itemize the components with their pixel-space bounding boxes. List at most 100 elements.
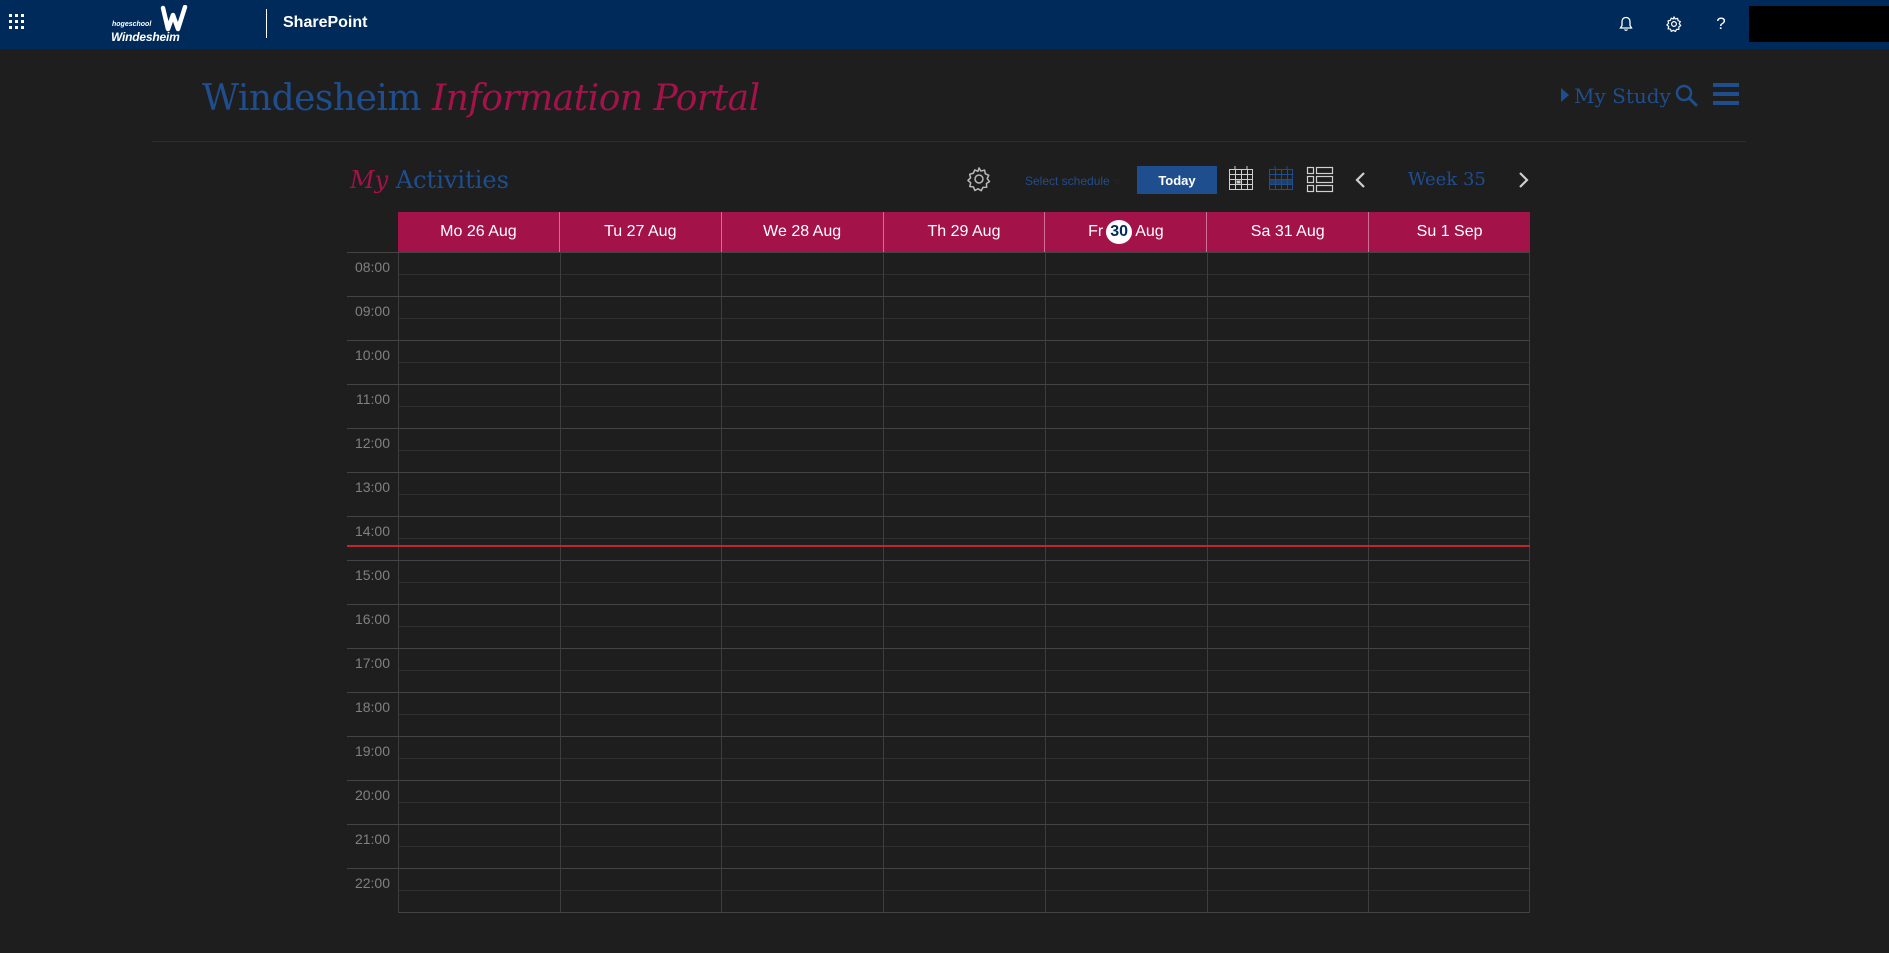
time-slot[interactable] <box>1207 252 1369 296</box>
time-slot[interactable] <box>1368 252 1530 296</box>
time-slot[interactable] <box>1045 736 1207 780</box>
time-slot[interactable] <box>398 560 560 604</box>
time-slot[interactable] <box>1045 384 1207 428</box>
time-slot[interactable] <box>560 516 722 560</box>
time-slot[interactable] <box>883 604 1045 648</box>
time-slot[interactable] <box>721 340 883 384</box>
time-slot[interactable] <box>1207 692 1369 736</box>
time-slot[interactable] <box>1368 868 1530 912</box>
time-slot[interactable] <box>560 780 722 824</box>
time-slot[interactable] <box>1368 648 1530 692</box>
user-account-button[interactable] <box>1749 6 1889 42</box>
my-study-link[interactable]: My Study <box>1561 84 1671 108</box>
app-launcher-waffle-icon[interactable] <box>9 14 27 32</box>
time-slot[interactable] <box>398 780 560 824</box>
time-slot[interactable] <box>721 824 883 868</box>
time-slot[interactable] <box>883 868 1045 912</box>
time-slot[interactable] <box>398 296 560 340</box>
time-slot[interactable] <box>721 296 883 340</box>
time-slot[interactable] <box>1045 824 1207 868</box>
time-slot[interactable] <box>721 692 883 736</box>
time-slot[interactable] <box>1045 296 1207 340</box>
time-slot[interactable] <box>398 604 560 648</box>
time-slot[interactable] <box>721 648 883 692</box>
time-slot[interactable] <box>560 384 722 428</box>
time-slot[interactable] <box>883 560 1045 604</box>
time-slot[interactable] <box>721 516 883 560</box>
time-slot[interactable] <box>1368 516 1530 560</box>
time-slot[interactable] <box>1207 340 1369 384</box>
time-slot[interactable] <box>1045 560 1207 604</box>
time-slot[interactable] <box>883 384 1045 428</box>
day-header[interactable]: Tu 27 Aug <box>558 212 721 252</box>
time-slot[interactable] <box>1045 648 1207 692</box>
time-slot[interactable] <box>721 560 883 604</box>
time-slot[interactable] <box>398 472 560 516</box>
time-slot[interactable] <box>398 252 560 296</box>
day-header[interactable]: Su 1 Sep <box>1368 212 1530 252</box>
time-slot[interactable] <box>1045 472 1207 516</box>
time-slot[interactable] <box>721 780 883 824</box>
time-slot[interactable] <box>1368 736 1530 780</box>
time-slot[interactable] <box>398 868 560 912</box>
time-slot[interactable] <box>1207 824 1369 868</box>
time-slot[interactable] <box>398 736 560 780</box>
time-slot[interactable] <box>560 692 722 736</box>
time-slot[interactable] <box>560 604 722 648</box>
time-slot[interactable] <box>1207 296 1369 340</box>
time-slot[interactable] <box>721 736 883 780</box>
select-schedule-dropdown[interactable]: Select schedule <box>1025 174 1121 188</box>
time-slot[interactable] <box>1207 648 1369 692</box>
time-slot[interactable] <box>560 252 722 296</box>
time-slot[interactable] <box>1368 428 1530 472</box>
time-slot[interactable] <box>721 472 883 516</box>
time-slot[interactable] <box>560 648 722 692</box>
time-slot[interactable] <box>560 340 722 384</box>
time-slot[interactable] <box>1368 472 1530 516</box>
portal-title[interactable]: Windesheim Information Portal <box>202 78 760 119</box>
month-grid-icon[interactable] <box>1266 164 1296 194</box>
time-slot[interactable] <box>1045 428 1207 472</box>
today-button[interactable]: Today <box>1137 166 1217 194</box>
time-slot[interactable] <box>883 428 1045 472</box>
time-slot[interactable] <box>1368 780 1530 824</box>
time-slot[interactable] <box>1207 780 1369 824</box>
hamburger-menu-icon[interactable] <box>1713 82 1739 106</box>
time-slot[interactable] <box>883 516 1045 560</box>
time-slot[interactable] <box>721 384 883 428</box>
time-slot[interactable] <box>883 472 1045 516</box>
time-slot[interactable] <box>398 428 560 472</box>
day-header[interactable]: Mo 26 Aug <box>398 212 559 252</box>
time-slot[interactable] <box>560 472 722 516</box>
time-slot[interactable] <box>1045 604 1207 648</box>
time-slot[interactable] <box>560 824 722 868</box>
time-slot[interactable] <box>721 604 883 648</box>
time-slot[interactable] <box>1207 736 1369 780</box>
time-slot[interactable] <box>398 516 560 560</box>
time-slot[interactable] <box>1207 472 1369 516</box>
time-slot[interactable] <box>1368 340 1530 384</box>
time-slot[interactable] <box>883 692 1045 736</box>
time-slot[interactable] <box>1045 516 1207 560</box>
time-slot[interactable] <box>883 296 1045 340</box>
next-week-chevron-icon[interactable] <box>1511 168 1535 192</box>
time-slot[interactable] <box>1045 252 1207 296</box>
time-slot[interactable] <box>1207 604 1369 648</box>
time-slot[interactable] <box>1207 384 1369 428</box>
time-slot[interactable] <box>721 868 883 912</box>
time-slot[interactable] <box>1207 516 1369 560</box>
time-slot[interactable] <box>398 692 560 736</box>
time-slot[interactable] <box>1045 340 1207 384</box>
time-slot[interactable] <box>883 340 1045 384</box>
day-header[interactable]: We 28 Aug <box>720 212 883 252</box>
time-slot[interactable] <box>1368 604 1530 648</box>
search-icon[interactable] <box>1674 83 1698 107</box>
time-slot[interactable] <box>721 252 883 296</box>
time-slot[interactable] <box>1368 560 1530 604</box>
time-slot[interactable] <box>883 252 1045 296</box>
time-slot[interactable] <box>1368 824 1530 868</box>
time-slot[interactable] <box>560 296 722 340</box>
time-slot[interactable] <box>398 824 560 868</box>
week-grid-icon[interactable] <box>1226 164 1256 194</box>
time-slot[interactable] <box>1368 692 1530 736</box>
